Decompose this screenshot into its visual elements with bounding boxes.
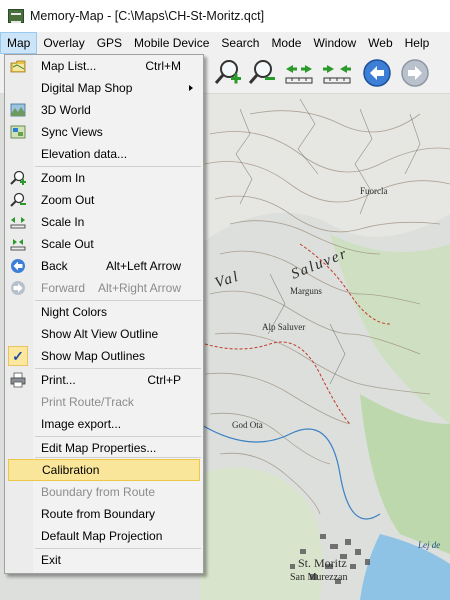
zoom-in-icon <box>10 170 26 185</box>
back-button[interactable] <box>362 58 392 88</box>
menu-mobile-device[interactable]: Mobile Device <box>128 32 215 54</box>
title-bar: Memory-Map - [C:\Maps\CH-St-Moritz.qct] <box>0 0 450 32</box>
checkmark-icon: ✓ <box>8 346 28 366</box>
map-label-god-ota: God Ota <box>232 420 263 430</box>
map-label-alp: Alp Saluver <box>262 322 306 332</box>
forward-icon <box>401 59 429 87</box>
menu-item-night-colors[interactable]: Night Colors <box>5 301 203 323</box>
menu-item-zoom-out[interactable]: Zoom Out <box>5 189 203 211</box>
scale-in-icon <box>10 217 26 229</box>
menu-item-calibration[interactable]: Calibration <box>8 459 200 481</box>
scale-out-button[interactable] <box>322 58 352 88</box>
menu-help[interactable]: Help <box>399 32 436 54</box>
zoom-out-button[interactable] <box>246 58 276 88</box>
forward-icon <box>11 281 25 295</box>
map-menu-dropdown: Map List... Ctrl+M Digital Map Shop 3D W… <box>4 54 204 574</box>
menu-item-digital-map-shop[interactable]: Digital Map Shop <box>5 77 203 99</box>
map-label-fuorcla: Fuorcla <box>360 186 388 196</box>
menu-item-map-list[interactable]: Map List... Ctrl+M <box>5 55 203 77</box>
map-list-icon <box>10 60 26 73</box>
back-icon <box>11 259 25 273</box>
menu-item-image-export[interactable]: Image export... <box>5 413 203 435</box>
zoom-out-icon <box>248 60 275 84</box>
forward-button[interactable] <box>400 58 430 88</box>
scale-in-button[interactable] <box>284 58 314 88</box>
menu-mode[interactable]: Mode <box>265 32 307 54</box>
menu-search[interactable]: Search <box>215 32 265 54</box>
menu-separator <box>35 457 201 458</box>
map-label-st-moritz: St. Moritz <box>298 556 347 570</box>
submenu-arrow-icon <box>189 85 193 91</box>
menu-gps[interactable]: GPS <box>91 32 128 54</box>
scale-out-icon <box>323 65 351 84</box>
menu-item-show-alt-view-outline[interactable]: Show Alt View Outline <box>5 323 203 345</box>
sync-views-icon <box>10 125 26 139</box>
menu-item-forward: Forward Alt+Right Arrow <box>5 277 203 299</box>
map-label-san-murezzan: San Murezzan <box>290 572 348 583</box>
menu-item-sync-views[interactable]: Sync Views <box>5 121 203 143</box>
menu-item-exit[interactable]: Exit <box>5 549 203 571</box>
3d-world-icon <box>10 103 26 117</box>
menu-item-print-route-track: Print Route/Track <box>41 395 134 409</box>
map-label-marguns: Marguns <box>290 286 322 296</box>
scale-in-icon <box>285 65 313 84</box>
print-icon <box>10 372 26 388</box>
menu-item-show-map-outlines[interactable]: ✓ Show Map Outlines <box>5 345 203 367</box>
menu-item-3d-world[interactable]: 3D World <box>5 99 203 121</box>
map-label-lej: Lej de <box>418 540 441 550</box>
menu-item-route-from-boundary[interactable]: Route from Boundary <box>5 503 203 525</box>
menu-web[interactable]: Web <box>362 32 398 54</box>
zoom-in-icon <box>214 60 241 84</box>
menu-item-back[interactable]: Back Alt+Left Arrow <box>5 255 203 277</box>
app-icon <box>8 9 24 23</box>
menu-item-boundary-from-route: Boundary from Route <box>41 485 156 499</box>
zoom-in-button[interactable] <box>212 58 242 88</box>
menu-item-print[interactable]: Print... Ctrl+P <box>5 369 203 391</box>
menu-item-elevation-data[interactable]: Elevation data... <box>5 143 203 165</box>
menu-item-scale-out[interactable]: Scale Out <box>5 233 203 255</box>
back-icon <box>363 59 391 87</box>
menu-overlay[interactable]: Overlay <box>37 32 90 54</box>
menu-window[interactable]: Window <box>307 32 362 54</box>
zoom-out-icon <box>10 192 26 207</box>
menu-item-edit-map-properties[interactable]: Edit Map Properties... <box>5 437 203 459</box>
window-title: Memory-Map - [C:\Maps\CH-St-Moritz.qct] <box>30 9 265 23</box>
menu-item-zoom-in[interactable]: Zoom In <box>5 167 203 189</box>
menu-item-default-map-projection[interactable]: Default Map Projection <box>5 525 203 547</box>
menu-bar: Map Overlay GPS Mobile Device Search Mod… <box>0 32 450 54</box>
menu-item-scale-in[interactable]: Scale In <box>5 211 203 233</box>
menu-map[interactable]: Map <box>0 32 38 54</box>
scale-out-icon <box>10 239 26 251</box>
